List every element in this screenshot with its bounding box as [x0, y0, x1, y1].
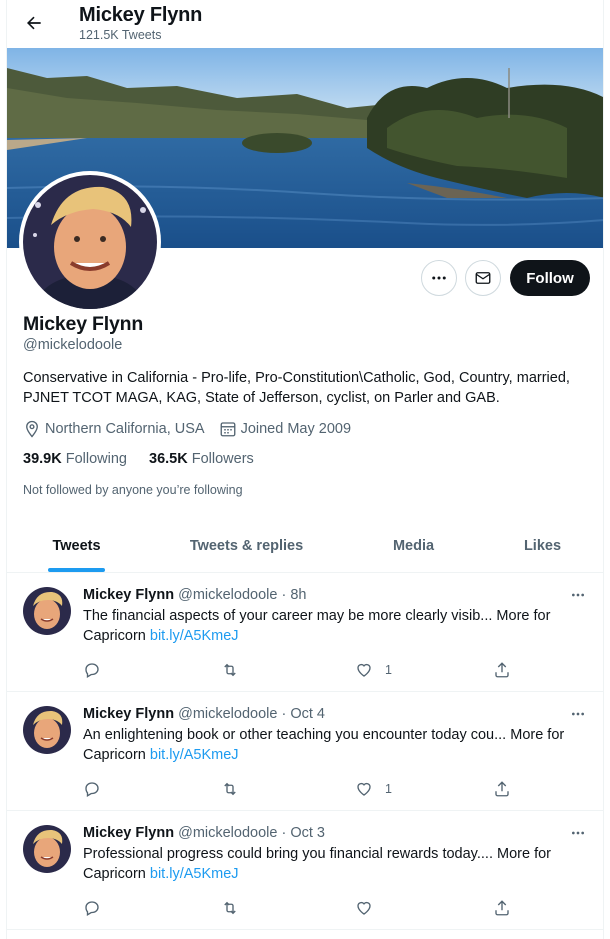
joined-item: Joined May 2009	[219, 420, 351, 438]
tweet-author-name[interactable]: Mickey Flynn	[83, 587, 174, 603]
share-button[interactable]	[493, 659, 511, 681]
profile-name: Mickey Flynn	[23, 313, 144, 335]
location-item: Northern California, USA	[23, 420, 205, 438]
profile-bio: Conservative in California - Pro-life, P…	[23, 370, 570, 406]
tweet-handle-time[interactable]: @mickelodoole · 8h	[178, 587, 306, 603]
retweet-icon	[224, 901, 236, 915]
share-button[interactable]	[493, 778, 511, 800]
share-icon	[495, 900, 509, 916]
profile-tabs: Tweets Tweets & replies Media Likes	[7, 520, 603, 573]
followers-count: 36.5K	[149, 451, 188, 467]
tweet-item[interactable]: Mickey Flynn @mickelodoole · 8h The fina…	[7, 573, 603, 692]
tweet-actions: 1	[83, 778, 513, 800]
tweet-header: Mickey Flynn @mickelodoole · Oct 4	[83, 706, 325, 722]
tweet-item[interactable]: Mickey Flynn @mickelodoole · Oct 3 Profe…	[7, 811, 603, 930]
avatar-image	[23, 175, 157, 309]
tweet-handle-time[interactable]: @mickelodoole · Oct 4	[178, 706, 325, 722]
like-count: 1	[385, 663, 392, 677]
heart-icon	[357, 782, 371, 796]
calendar-icon	[220, 422, 236, 437]
tweet-author-name[interactable]: Mickey Flynn	[83, 825, 174, 841]
tab-tweets[interactable]: Tweets	[7, 520, 146, 572]
heart-icon	[357, 663, 371, 677]
share-icon	[495, 662, 509, 678]
following-count: 39.9K	[23, 451, 62, 467]
arrow-left-icon	[27, 16, 41, 30]
share-icon	[495, 781, 509, 797]
tweet-text: Professional progress could bring you fi…	[83, 845, 583, 884]
followers-label: Followers	[191, 451, 254, 467]
retweet-icon	[224, 782, 236, 796]
avatar-image	[23, 706, 71, 754]
tweet-more-button[interactable]	[567, 823, 589, 843]
share-button[interactable]	[493, 897, 511, 919]
profile-stats: 39.9K Following 36.5K Followers	[23, 451, 272, 467]
tweet-header: Mickey Flynn @mickelodoole · 8h	[83, 587, 306, 603]
tweet-text: An enlightening book or other teaching y…	[83, 726, 583, 765]
following-label: Following	[65, 451, 127, 467]
location-text: Northern California, USA	[45, 421, 205, 437]
profile-avatar[interactable]	[19, 171, 161, 313]
like-button[interactable]	[355, 897, 385, 919]
more-horizontal-icon	[572, 593, 584, 597]
tweet-actions: 1	[83, 659, 513, 681]
tweet-more-button[interactable]	[567, 704, 589, 724]
more-horizontal-icon	[572, 831, 584, 835]
tab-tweets-replies[interactable]: Tweets & replies	[146, 520, 347, 572]
joined-text: Joined May 2009	[240, 421, 352, 437]
reply-icon	[85, 663, 99, 678]
location-pin-icon	[26, 420, 38, 438]
back-button[interactable]	[21, 10, 47, 36]
tweet-avatar[interactable]	[23, 587, 71, 635]
retweet-button[interactable]	[221, 778, 239, 800]
tweet-header: Mickey Flynn @mickelodoole · Oct 3	[83, 825, 325, 841]
avatar-image	[23, 825, 71, 873]
tweet-author-name[interactable]: Mickey Flynn	[83, 706, 174, 722]
followers-link[interactable]: 36.5K Followers	[149, 451, 254, 467]
tweet-link[interactable]: bit.ly/A5KmeJ	[150, 747, 239, 763]
tweet-handle-time[interactable]: @mickelodoole · Oct 3	[178, 825, 325, 841]
avatar-image	[23, 587, 71, 635]
not-followed-notice: Not followed by anyone you’re following	[23, 483, 243, 497]
profile-handle: @mickelodoole	[23, 337, 123, 353]
tweet-actions	[83, 897, 513, 919]
message-button[interactable]	[465, 260, 501, 296]
tweet-link[interactable]: bit.ly/A5KmeJ	[150, 866, 239, 882]
tweet-text: The financial aspects of your career may…	[83, 607, 583, 646]
reply-button[interactable]	[83, 778, 101, 800]
follow-button[interactable]: Follow	[510, 260, 590, 296]
tab-likes[interactable]: Likes	[480, 520, 603, 572]
like-button[interactable]: 1	[355, 659, 392, 681]
reply-icon	[85, 901, 99, 916]
more-horizontal-icon	[572, 712, 584, 716]
retweet-button[interactable]	[221, 897, 239, 919]
header-name: Mickey Flynn	[79, 4, 203, 26]
reply-button[interactable]	[83, 659, 101, 681]
more-options-button[interactable]	[421, 260, 457, 296]
retweet-icon	[224, 663, 236, 677]
like-count: 1	[385, 782, 392, 796]
tab-media[interactable]: Media	[347, 520, 480, 572]
active-tab-indicator	[48, 568, 105, 572]
tweet-more-button[interactable]	[567, 585, 589, 605]
tweet-avatar[interactable]	[23, 825, 71, 873]
tweet-avatar[interactable]	[23, 706, 71, 754]
tweet-link[interactable]: bit.ly/A5KmeJ	[150, 628, 239, 644]
more-horizontal-icon	[432, 276, 446, 280]
envelope-icon	[475, 272, 491, 284]
heart-icon	[357, 901, 371, 915]
reply-button[interactable]	[83, 897, 101, 919]
following-link[interactable]: 39.9K Following	[23, 451, 127, 467]
like-button[interactable]: 1	[355, 778, 392, 800]
profile-meta: Northern California, USA Joined May 2009	[23, 420, 365, 438]
profile-column: Mickey Flynn 121.5K Tweets Follow Mickey…	[6, 0, 604, 939]
reply-icon	[85, 782, 99, 797]
profile-header-bar: Mickey Flynn 121.5K Tweets	[7, 0, 603, 46]
retweet-button[interactable]	[221, 659, 239, 681]
tweet-item[interactable]: Mickey Flynn @mickelodoole · Oct 4 An en…	[7, 692, 603, 811]
header-tweet-count: 121.5K Tweets	[79, 28, 162, 42]
